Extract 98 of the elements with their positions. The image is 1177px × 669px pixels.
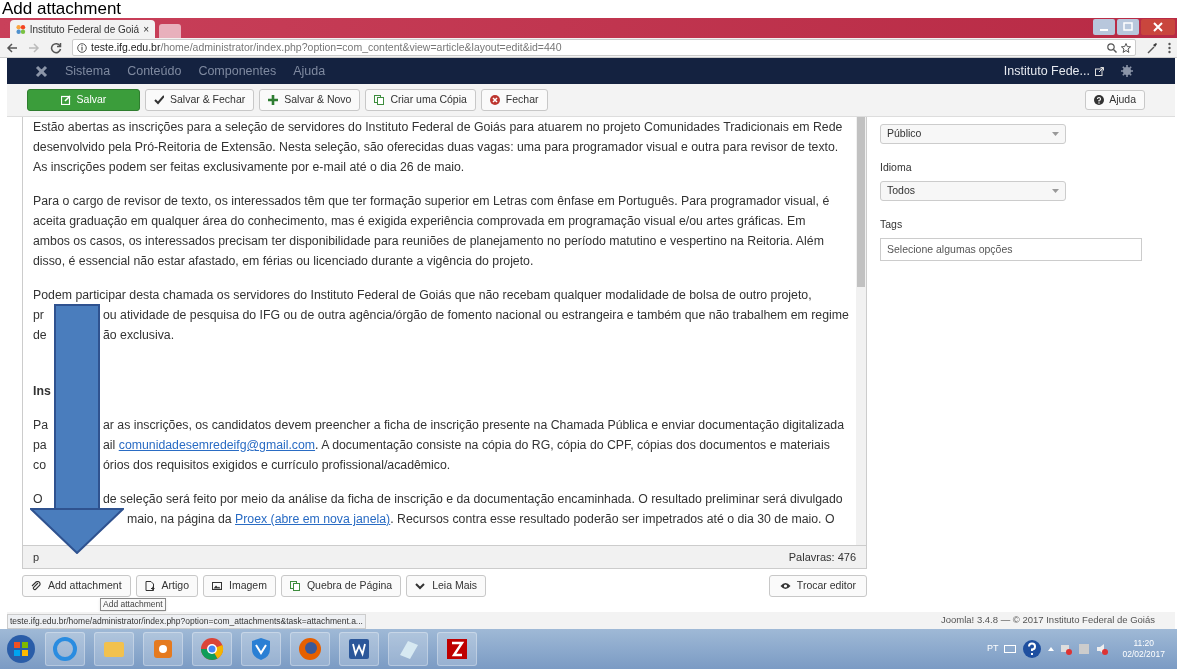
image-icon — [212, 581, 222, 591]
volume-icon — [1096, 643, 1109, 655]
taskbar-app-button[interactable] — [192, 632, 232, 666]
paragraph-text: órios dos requisitos exigidos e currículo profissional/acadêmico. — [103, 457, 451, 474]
document-icon — [144, 581, 155, 591]
chevron-down-icon — [415, 581, 426, 591]
paragraph-text: de seleção será feito por meio da análise da ficha de inscrição e da documentação encaminhada. O resultado preliminar será divulgado — [103, 491, 843, 508]
paragraph-text: ambos os casos, os interessados precisam ter disponibilidade para reuniões de planejamento no período matutino e vespertino na Reitoria. Além — [33, 233, 824, 250]
paragraph-text: Pa — [33, 417, 49, 434]
copy-icon — [374, 95, 385, 105]
toolbar-button[interactable]: Criar uma Cópia — [365, 89, 476, 111]
tooltip: Add attachment — [100, 598, 166, 611]
taskbar-app-button[interactable] — [143, 632, 183, 666]
menu-item[interactable]: Ajuda — [293, 61, 326, 81]
paragraph-text: aceita graduação em qualquer área do conhecimento, mas é exigida experiência comprovada em programação visual e/ou artes gráficas. Em — [33, 213, 806, 230]
editor-button[interactable]: Quebra de Página — [280, 575, 402, 597]
taskbar-app-button[interactable] — [290, 632, 330, 666]
keyboard-icon — [1004, 645, 1017, 653]
eye-icon — [779, 582, 791, 590]
status-url: teste.ifg.edu.br/home/administrator/index.php?option=com_attachments&task=attachment.a... — [7, 614, 366, 629]
paragraph-text: Para o cargo de revisor de texto, os interessados têm que ter formação superior em Letras com ênfase em Português. Para programador visual, é — [33, 193, 830, 210]
forward-icon — [28, 41, 40, 54]
field-label: Idioma — [880, 160, 913, 175]
clock-time: 11:20 — [1133, 638, 1155, 649]
tab-title: Instituto Federal de Goiá — [29, 22, 140, 37]
toolbar-button[interactable]: Salvar & Fechar — [145, 89, 255, 111]
site-link[interactable]: Instituto Fede... — [1003, 61, 1090, 81]
caption: Add attachment — [1, 0, 123, 18]
menu-item[interactable]: Componentes — [198, 61, 277, 81]
editor-button[interactable]: Leia Mais — [406, 575, 487, 597]
taskbar-app-button[interactable] — [339, 632, 379, 666]
tags-input-field[interactable]: Selecione algumas opções — [880, 237, 1142, 261]
clock-date: 02/02/2017 — [1122, 649, 1165, 660]
minimize-icon — [1093, 19, 1115, 35]
close-icon — [489, 95, 500, 105]
help-icon — [1094, 95, 1105, 105]
reload-icon — [50, 41, 62, 54]
back-icon — [6, 41, 18, 54]
settings-icon — [1121, 65, 1133, 77]
section-heading: Ins — [33, 383, 51, 400]
paragraph-text: pa — [33, 437, 47, 454]
url-text: teste.ifg.edu.br/home/administrator/index.php?option=com_content&view=article&layout=edit&id=440 — [91, 39, 562, 55]
help-icon — [1022, 639, 1043, 659]
zoom-icon — [1107, 42, 1117, 53]
editor-button[interactable]: Add attachment — [22, 575, 131, 597]
toolbar-button[interactable]: Fechar — [480, 89, 548, 111]
field-label: Tags — [880, 216, 904, 232]
footer-text: Joomla! 3.4.8 — © 2017 Instituto Federal de Goiás — [941, 613, 1155, 628]
check-icon — [154, 95, 164, 105]
taskbar-app-button[interactable] — [241, 632, 281, 666]
paragraph-text: ail — [103, 437, 117, 454]
select-dropdown[interactable]: Todos — [880, 180, 1066, 201]
maximize-icon — [1117, 19, 1139, 35]
edit-icon — [60, 95, 71, 105]
browser-tab[interactable]: Instituto Federal de Goiá × — [10, 20, 155, 38]
tab-close-button[interactable]: × — [143, 21, 149, 37]
paragraph-text: . A documentação consiste na cópia do RG, cópia do CPF, cópias dos documentos e materiais — [315, 437, 830, 454]
paragraph-text: ar as inscrições, os candidatos devem preencher a ficha de inscrição presente na Chamada Pública e enviar documentação digitalizada — [103, 417, 844, 434]
eyedropper-icon — [1146, 41, 1158, 54]
paragraph-text: desenvolvido pela Pró-Reitoria de Extensão. Nesta seleção, são oferecidas duas vagas: uma para programador visual e outra para revisor de texto. — [33, 139, 839, 156]
toggle-editor-button[interactable]: Trocar editor — [768, 575, 867, 597]
paragraph-text: ou atividade de pesquisa do IFG ou de outra agência/órgão de fomento nacional ou estrangeira e também que não trabalhem em regime — [103, 307, 849, 324]
toolbar-button[interactable]: Salvar & Novo — [259, 89, 361, 111]
element-path: p — [33, 549, 40, 565]
menu-item[interactable]: Conteúdo — [127, 61, 182, 81]
star-icon — [1121, 42, 1131, 53]
menu-icon — [1168, 41, 1171, 54]
windows-start-icon — [6, 634, 36, 664]
external-link-icon — [1095, 66, 1104, 76]
paragraph-text: ão exclusiva. — [103, 327, 175, 344]
paragraph-text: Podem participar desta chamada os servidores do Instituto Federal de Goiás que não recebam qualquer modalidade de bolsa de outro projeto, — [33, 287, 812, 304]
help-button[interactable]: Ajuda — [1085, 90, 1145, 110]
select-dropdown[interactable]: Público — [880, 124, 1066, 144]
paragraph-text: maio, na página da — [127, 511, 233, 528]
chrome-icon — [198, 635, 226, 663]
close-icon — [1141, 19, 1175, 35]
paragraph-text: Estão abertas as inscrições para a seleção de servidores do Instituto Federal de Goiás para atuarem no projeto Comunidades Tradicionais em Rede — [33, 119, 843, 136]
dropdown-arrow-icon — [1052, 132, 1059, 136]
tray-expand-icon — [1048, 647, 1055, 651]
editor-button[interactable]: Artigo — [135, 575, 198, 597]
paragraph-text: de — [33, 327, 47, 344]
taskbar-app-button[interactable] — [437, 632, 477, 666]
paragraph-text: co — [33, 457, 46, 474]
menu-item[interactable]: Sistema — [65, 61, 111, 81]
address-field[interactable]: teste.ifg.edu.br/home/administrator/index.php?option=com_content&view=article&layout=edit&id=440 — [72, 39, 1136, 56]
copy-icon — [289, 581, 300, 591]
dropdown-arrow-icon — [1052, 188, 1059, 193]
editor-button[interactable]: Imagem — [203, 575, 276, 597]
info-icon — [77, 42, 87, 53]
word-count: Palavras: 476 — [788, 549, 856, 565]
paragraph-text: O — [33, 491, 43, 508]
paragraph-text: disso, é essencial não estar afastado, em férias ou licenciado durante a vigência do projeto. — [33, 253, 534, 270]
paragraph-text: pr — [33, 307, 44, 324]
paragraph-text: As inscrições podem ser feitas exclusivamente por e-mail até o dia 26 de maio. — [33, 159, 465, 176]
paragraph-text: . Recursos contra esse resultado poderão ser impetrados até o dia 30 de maio. O — [390, 511, 835, 528]
firefox-icon — [296, 635, 324, 663]
plus-icon — [268, 95, 279, 105]
paperclip-icon — [31, 581, 41, 591]
